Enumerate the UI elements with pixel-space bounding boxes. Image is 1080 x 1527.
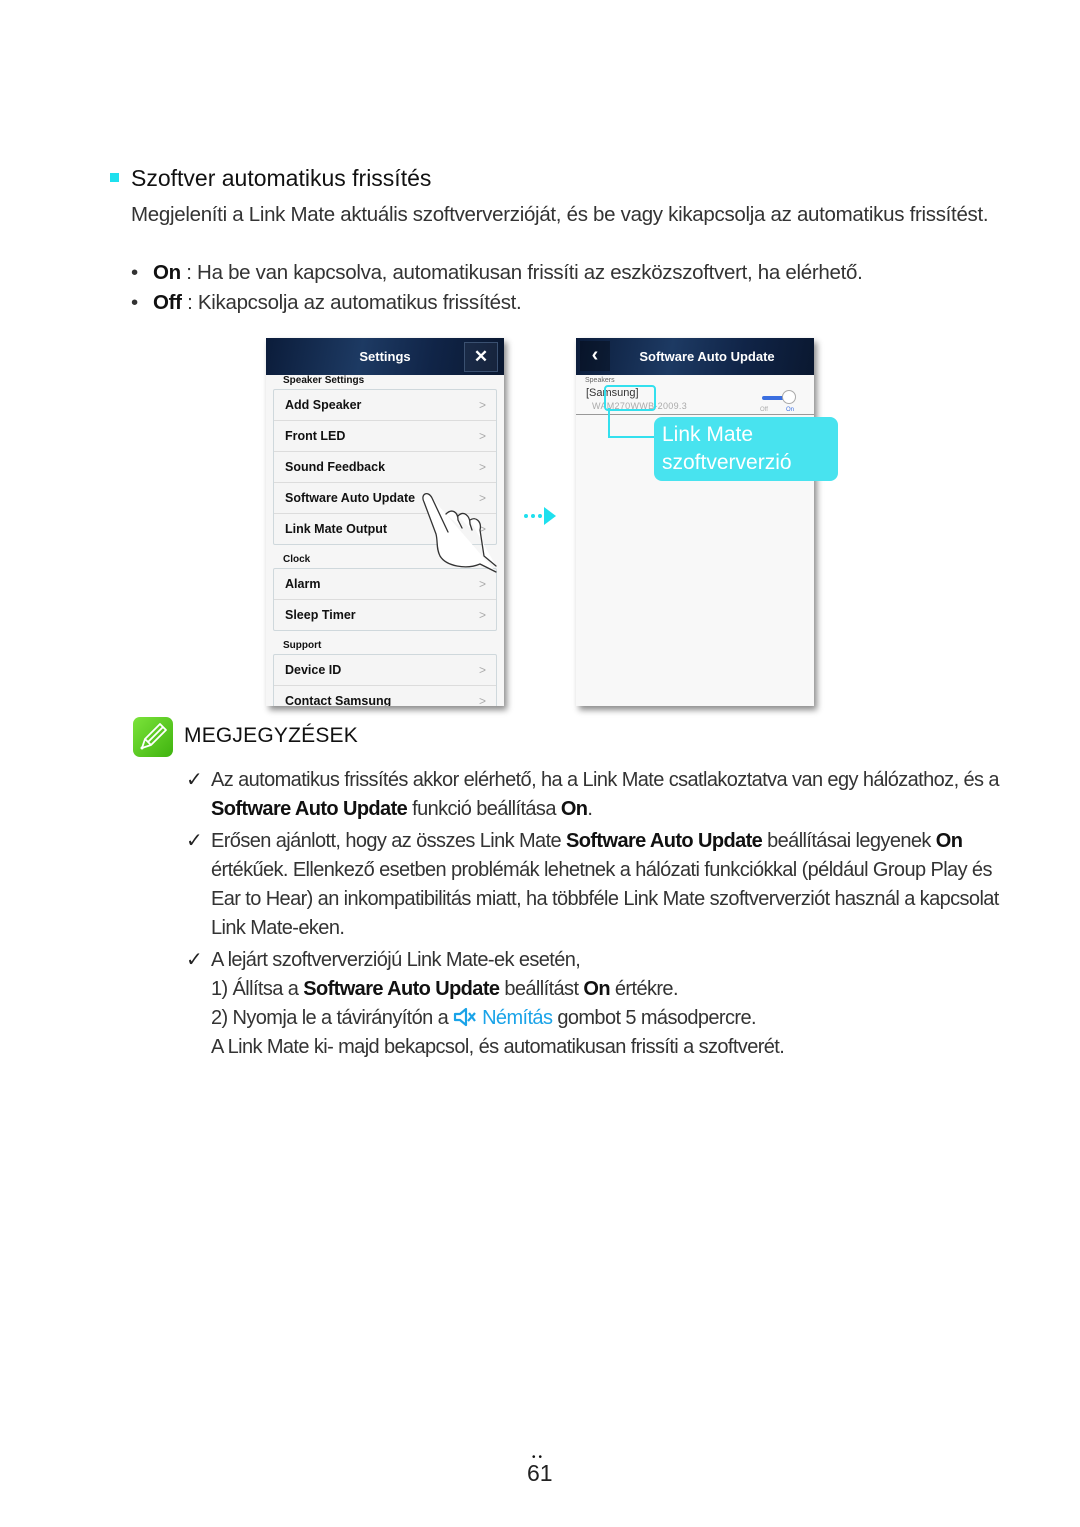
sau-title: Software Auto Update	[639, 349, 775, 364]
callout-highlight	[604, 385, 656, 411]
section-title: Szoftver automatikus frissítés	[110, 165, 431, 192]
option-desc: : Kikapcsolja az automatikus frissítést.	[181, 291, 522, 314]
next-step-arrow-icon	[524, 507, 556, 525]
callout-connector	[608, 408, 610, 438]
check-icon: ✓	[186, 949, 203, 971]
chevron-right-icon: >	[478, 429, 486, 443]
menu-item-sleep-timer[interactable]: Sleep Timer >	[274, 600, 496, 630]
settings-titlebar: Settings ✕	[266, 338, 504, 375]
chevron-right-icon: >	[478, 694, 486, 706]
mute-button-label: Némítás	[482, 1007, 553, 1029]
section-description: Megjeleníti a Link Mate aktuális szoftve…	[131, 203, 989, 226]
note-item: ✓ A lejárt szoftververziójú Link Mate-ek…	[186, 946, 1016, 1062]
check-icon: ✓	[186, 769, 203, 791]
mute-icon	[454, 1007, 477, 1027]
group-label: Support	[283, 640, 322, 651]
note-item: ✓ Erősen ajánlott, hogy az összes Link M…	[186, 827, 1016, 943]
menu-item-add-speaker[interactable]: Add Speaker >	[274, 390, 496, 421]
callout-line: Link Mate	[662, 423, 754, 446]
option-term: Off	[153, 291, 182, 314]
menu-item-front-led[interactable]: Front LED >	[274, 421, 496, 452]
step-3: A Link Mate ki- majd bekapcsol, és autom…	[211, 1036, 785, 1058]
divider	[576, 414, 814, 415]
toggle-knob[interactable]	[782, 390, 796, 404]
option-on: • On : Ha be van kapcsolva, automatikusan…	[131, 261, 863, 284]
toggle-off-label: Off	[760, 407, 768, 413]
menu-item-device-id[interactable]: Device ID >	[274, 655, 496, 686]
chevron-right-icon: >	[478, 460, 486, 474]
page-number: 61	[527, 1460, 553, 1486]
callout-label: Link Mate szoftververzió	[654, 417, 838, 481]
toggle-on-label: On	[786, 407, 795, 413]
option-term: On	[153, 261, 181, 284]
menu-item-contact-samsung[interactable]: Contact Samsung >	[274, 686, 496, 706]
check-icon: ✓	[186, 830, 203, 852]
option-list: • On : Ha be van kapcsolva, automatikusan…	[131, 258, 863, 318]
group-label: Speakers	[585, 377, 615, 384]
chevron-right-icon: >	[478, 663, 486, 677]
chevron-right-icon: >	[478, 398, 486, 412]
sau-titlebar: ‹ Software Auto Update	[576, 338, 814, 375]
square-bullet-icon	[110, 173, 119, 182]
section-title-text: Szoftver automatikus frissítés	[131, 165, 432, 191]
note-item: ✓ Az automatikus frissítés akkor elérhet…	[186, 766, 1016, 824]
menu-item-sound-feedback[interactable]: Sound Feedback >	[274, 452, 496, 483]
option-off: • Off : Kikapcsolja az automatikus frissí…	[131, 291, 522, 314]
step-1: 1) Állítsa a Software Auto Update beállí…	[211, 978, 679, 1000]
note-pencil-icon	[133, 717, 173, 757]
callout-line: szoftververzió	[662, 451, 792, 474]
close-icon[interactable]: ✕	[464, 342, 498, 372]
step-2: 2) Nyomja le a távirányítón a Némítás go…	[211, 1007, 757, 1029]
option-desc: : Ha be van kapcsolva, automatikusan fri…	[180, 261, 863, 284]
clock-group: Alarm > Sleep Timer >	[273, 568, 497, 631]
support-group: Device ID > Contact Samsung >	[273, 654, 497, 706]
note-intro: A lejárt szoftververziójú Link Mate-ek e…	[211, 949, 581, 971]
notes-list: ✓ Az automatikus frissítés akkor elérhet…	[186, 766, 1016, 1065]
chevron-right-icon: >	[478, 608, 486, 622]
callout-connector	[608, 436, 658, 438]
group-label: Speaker Settings	[283, 375, 365, 386]
tapping-hand-icon	[422, 493, 497, 573]
notes-title: MEGJEGYZÉSEK	[184, 724, 358, 747]
